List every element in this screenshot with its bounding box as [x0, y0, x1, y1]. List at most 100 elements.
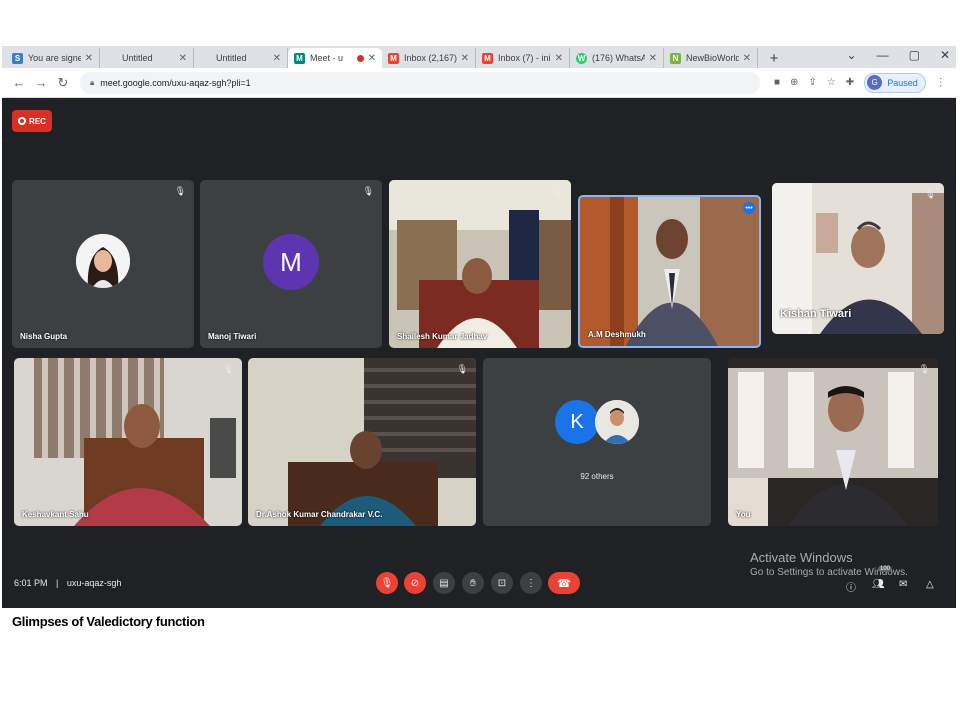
lock-icon: 🔒︎ [90, 77, 95, 87]
record-icon [18, 117, 27, 125]
raise-hand-button[interactable]: ✋︎ [462, 572, 484, 594]
activities-icon[interactable]: △ [926, 579, 934, 590]
tab-whatsapp[interactable]: W (176) WhatsA ✕ [570, 48, 664, 68]
menu-icon[interactable]: ⋮ [936, 77, 946, 88]
participant-tile-shailesh[interactable]: 🎙︎ Shailesh Kumar Jadhav [389, 180, 571, 348]
mic-off-icon: 🎙︎ [362, 186, 374, 196]
tab-inbox-1[interactable]: M Inbox (2,167) ✕ [382, 48, 476, 68]
more-options-button[interactable]: ⋮ [520, 572, 542, 594]
minimize-icon[interactable]: — [877, 48, 889, 62]
new-tab-button[interactable]: + [764, 48, 784, 68]
people-icon[interactable]: 👥︎ [872, 579, 885, 590]
info-separator: | [56, 578, 59, 588]
tab-signed-in[interactable]: S You are signe ✕ [6, 48, 100, 68]
browser-toolbar: ← → ↻ 🔒︎ meet.google.com/uxu-aqaz-sgh?pl… [2, 68, 956, 98]
hang-up-icon: ☎︎ [557, 577, 571, 590]
chat-icon[interactable]: ✉︎ [899, 579, 907, 590]
participant-tile-you[interactable]: 🎙︎ You [728, 358, 938, 526]
tab-title: You are signe [28, 53, 81, 63]
meeting-code: uxu-aqaz-sgh [66, 578, 122, 588]
participant-tile-kishan[interactable]: 🎙︎ Kishan Tiwari [772, 183, 944, 334]
close-tab-icon[interactable]: ✕ [555, 53, 563, 64]
tab-meet[interactable]: M Meet - u ✕ [288, 48, 382, 68]
tab-untitled-1[interactable]: Untitled ✕ [100, 48, 194, 68]
recording-dot-icon [356, 54, 364, 62]
close-tab-icon[interactable]: ✕ [743, 53, 751, 64]
close-tab-icon[interactable]: ✕ [179, 53, 187, 64]
gmail-favicon: M [388, 52, 399, 64]
video-feed [389, 180, 571, 348]
present-button[interactable]: ⊡ [491, 572, 513, 594]
tab-inbox-2[interactable]: M Inbox (7) - ini ✕ [476, 48, 570, 68]
participant-name: Shailesh Kumar Jadhav [397, 332, 488, 341]
rec-label: REC [29, 116, 46, 126]
mic-toggle-button[interactable]: 🎙︎ [376, 572, 398, 594]
star-icon[interactable]: ☆ [827, 77, 836, 88]
participant-name: A.M Deshmukh [588, 330, 646, 339]
back-icon[interactable]: ← [8, 75, 30, 90]
forward-icon[interactable]: → [30, 75, 52, 90]
profile-status: Paused [887, 77, 918, 88]
tab-untitled-2[interactable]: Untitled ✕ [194, 48, 288, 68]
participant-tile-ashok[interactable]: 🎙︎ Dr.Ashok Kumar Chandrakar V.C. [248, 358, 476, 526]
participant-tile-manoj[interactable]: 🎙︎ M Manoj Tiwari [200, 180, 382, 348]
reload-icon[interactable]: ↻ [52, 75, 74, 91]
participant-tile-others[interactable]: K 92 others [483, 358, 711, 526]
whatsapp-favicon: W [576, 52, 587, 64]
participant-name: Nisha Gupta [20, 332, 68, 341]
avatar [595, 400, 639, 444]
address-bar[interactable]: 🔒︎ meet.google.com/uxu-aqaz-sgh?pli=1 [80, 71, 760, 94]
meeting-info: 6:01 PM | uxu-aqaz-sgh [14, 578, 121, 588]
toolbar-icons: ■ ⊕ ⇪ ☆ ✚ G Paused ⋮ [774, 72, 946, 93]
tab-title: Untitled [122, 53, 153, 63]
gmail-favicon: M [482, 52, 493, 64]
more-options-icon[interactable]: ••• [743, 202, 755, 214]
info-icon[interactable]: ⓘ [846, 579, 856, 594]
mic-off-icon: 🎙︎ [174, 186, 186, 196]
meeting-time: 6:01 PM [14, 578, 48, 588]
participant-tile-nisha[interactable]: 🎙︎ Nisha Gupta [12, 180, 194, 348]
mic-off-icon: 🎙︎ [918, 364, 930, 374]
close-tab-icon[interactable]: ✕ [273, 53, 281, 64]
profile-button[interactable]: G Paused [864, 72, 926, 93]
share-icon[interactable]: ⇪ [808, 77, 816, 88]
blank-favicon [200, 53, 211, 64]
avatar: G [867, 75, 883, 90]
close-tab-icon[interactable]: ✕ [368, 53, 376, 64]
extension-icon[interactable]: ✚ [846, 77, 854, 88]
participant-name: Dr.Ashok Kumar Chandrakar V.C. [256, 510, 383, 519]
tab-search-icon[interactable]: ⌄ [847, 48, 857, 62]
activate-windows-watermark: Activate Windows Go to Settings to activ… [750, 550, 908, 578]
window-controls: ⌄ — ▢ ✕ [847, 48, 950, 62]
camera-toggle-button[interactable]: ⊘ [404, 572, 426, 594]
hand-icon: ✋︎ [470, 577, 476, 589]
recording-badge: REC [12, 110, 52, 132]
maximize-icon[interactable]: ▢ [909, 48, 920, 62]
captions-button[interactable]: ▤ [433, 572, 455, 594]
blank-favicon [106, 53, 117, 64]
participant-name: Kishan Tiwari [780, 308, 852, 320]
avatar: M [263, 234, 319, 290]
close-tab-icon[interactable]: ✕ [85, 53, 93, 64]
participant-tile-deshmukh[interactable]: ••• A.M Deshmukh [578, 195, 761, 348]
tab-title: Inbox (7) - ini [498, 53, 551, 63]
camera-icon[interactable]: ■ [774, 77, 780, 88]
zoom-icon[interactable]: ⊕ [790, 77, 798, 88]
tab-newbioworld[interactable]: N NewBioWorld ✕ [664, 48, 758, 68]
tab-strip: S You are signe ✕ Untitled ✕ Untitled ✕ … [2, 46, 956, 68]
close-tab-icon[interactable]: ✕ [649, 53, 657, 64]
close-tab-icon[interactable]: ✕ [461, 53, 469, 64]
close-window-icon[interactable]: ✕ [940, 48, 950, 62]
leave-call-button[interactable]: ☎︎ [548, 572, 580, 594]
video-feed [14, 358, 242, 526]
participant-tile-keshavkant[interactable]: 🎙︎ Keshavkant Sahu [14, 358, 242, 526]
video-feed [728, 358, 938, 526]
video-feed [248, 358, 476, 526]
avatar [76, 234, 130, 288]
url-text: meet.google.com/uxu-aqaz-sgh?pli=1 [100, 77, 251, 88]
site-favicon: N [670, 52, 681, 64]
meet-favicon: M [294, 52, 305, 64]
tab-title: (176) WhatsA [592, 53, 645, 63]
site-favicon: S [12, 52, 23, 64]
mic-off-icon: 🎙︎ [551, 186, 563, 196]
